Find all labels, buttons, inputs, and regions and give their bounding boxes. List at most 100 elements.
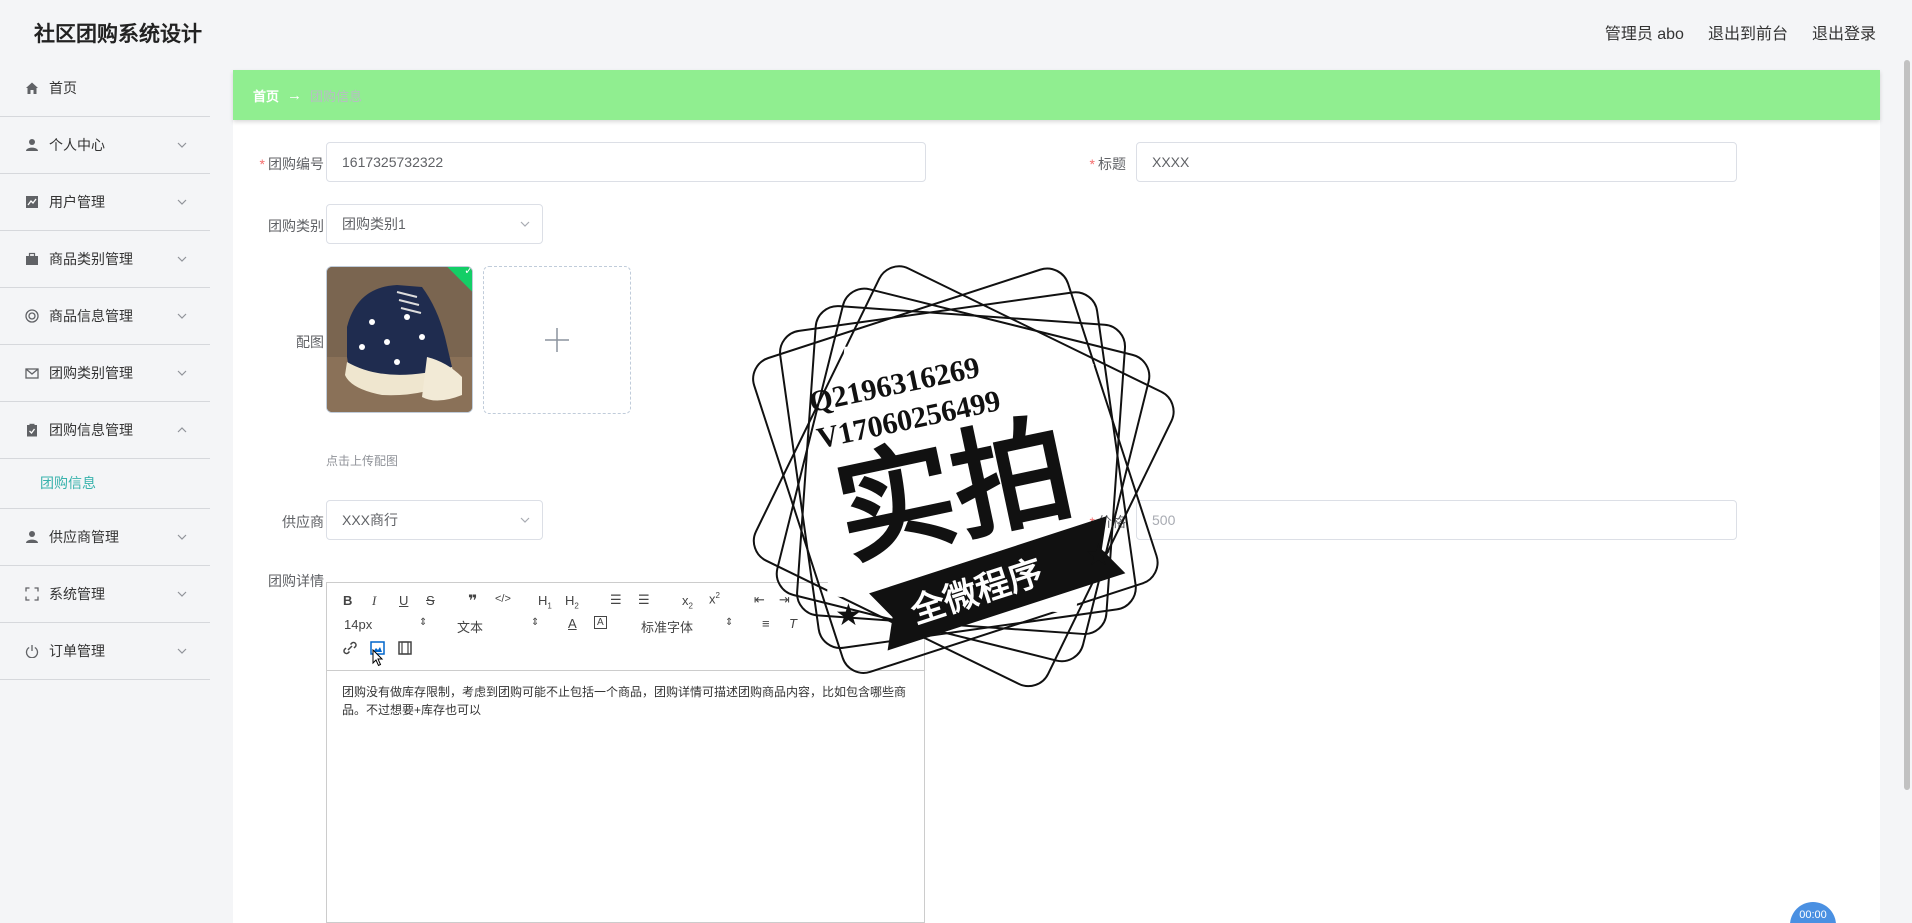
chart-icon	[24, 194, 40, 210]
strikethrough-icon[interactable]: S	[426, 593, 435, 608]
sidebar-item-supplier[interactable]: 供应商管理	[0, 509, 210, 566]
user-icon	[24, 137, 40, 153]
video-icon[interactable]	[398, 641, 412, 658]
sidebar-item-orders[interactable]: 订单管理	[0, 623, 210, 680]
supplier-select[interactable]: XXX商行	[326, 500, 543, 540]
sidebar-item-product-info[interactable]: 商品信息管理	[0, 288, 210, 345]
font-size-arrows-icon: ⇕	[419, 617, 428, 628]
chevron-down-icon	[520, 221, 530, 227]
submenu-groupbuy-info: 团购信息	[0, 459, 210, 509]
check-icon: ✓	[464, 266, 473, 278]
upload-tip: 点击上传配图	[326, 454, 399, 468]
sidebar-item-label: 供应商管理	[49, 529, 119, 545]
sidebar-item-label: 团购信息管理	[49, 422, 133, 438]
breadcrumb-home[interactable]: 首页	[253, 86, 279, 105]
upload-image-button[interactable]	[483, 266, 631, 414]
chevron-down-icon	[177, 370, 187, 376]
sidebar-item-product-category[interactable]: 商品类别管理	[0, 231, 210, 288]
title-label: * 标题	[1089, 156, 1126, 172]
ordered-list-icon[interactable]: ☰	[610, 592, 622, 608]
sidebar-item-label: 用户管理	[49, 194, 105, 210]
chevron-down-icon	[177, 313, 187, 319]
font-color-icon[interactable]: A	[568, 616, 577, 631]
mail-icon	[24, 365, 40, 381]
chevron-down-icon	[520, 517, 530, 523]
italic-icon[interactable]: I	[372, 593, 376, 609]
clipboard-icon	[24, 422, 40, 438]
bullet-list-icon[interactable]: ☰	[638, 592, 650, 608]
chevron-down-icon	[177, 199, 187, 205]
home-icon	[24, 80, 40, 96]
image-label: 配图	[296, 334, 324, 350]
sidebar-item-personal[interactable]: 个人中心	[0, 117, 210, 174]
sidebar-item-label: 首页	[49, 80, 77, 96]
chevron-down-icon	[177, 591, 187, 597]
font-family-arrows-icon: ⇕	[725, 617, 734, 628]
fullscreen-icon	[24, 586, 40, 602]
top-header: 社区团购系统设计 管理员 abo 退出到前台 退出登录	[0, 0, 1912, 60]
user-icon	[24, 529, 40, 545]
sneaker-photo	[327, 267, 472, 412]
sidebar-item-label: 系统管理	[49, 586, 105, 602]
sidebar: 首页 个人中心 用户管理 商品类别管理 商品信息管理 团购类别管理 团购信息管理…	[0, 60, 210, 923]
admin-user-label: 管理员 abo	[1604, 26, 1684, 43]
sidebar-item-groupbuy-category[interactable]: 团购类别管理	[0, 345, 210, 402]
star-icon: ★	[1085, 539, 1112, 572]
sidebar-subitem-groupbuy-info[interactable]: 团购信息	[40, 473, 96, 493]
mouse-cursor-icon	[372, 649, 384, 667]
price-input[interactable]: 500	[1136, 500, 1737, 540]
supplier-label: 供应商	[282, 514, 324, 530]
code-input[interactable]: 1617325732322	[326, 142, 926, 182]
link-icon[interactable]	[342, 641, 358, 658]
blockquote-icon[interactable]: ❞	[468, 591, 477, 611]
breadcrumb-current: 团购信息	[310, 88, 363, 104]
sidebar-item-groupbuy-info[interactable]: 团购信息管理	[0, 402, 210, 459]
stamp-frames: Q2196316269 V17060256499 实拍 全微程序 ★ ★	[752, 265, 1175, 688]
sidebar-item-label: 商品类别管理	[49, 251, 133, 267]
bold-icon[interactable]: B	[343, 593, 352, 608]
chevron-down-icon	[177, 256, 187, 262]
category-label: 团购类别	[268, 218, 324, 234]
briefcase-icon	[24, 251, 40, 267]
code-label: * 团购编号	[259, 156, 324, 172]
app-title: 社区团购系统设计	[34, 23, 202, 46]
chevron-up-icon	[177, 427, 187, 433]
sidebar-item-label: 团购类别管理	[49, 365, 133, 381]
paragraph-select[interactable]: 文本	[457, 617, 483, 636]
code-block-icon[interactable]: </>	[495, 593, 511, 605]
uploaded-image-thumbnail[interactable]: ✓	[326, 266, 473, 413]
sidebar-item-home[interactable]: 首页	[0, 60, 210, 117]
font-size-select[interactable]: 14px	[344, 617, 372, 632]
superscript-icon[interactable]: x2	[709, 591, 720, 606]
category-select[interactable]: 团购类别1	[326, 204, 543, 244]
chevron-down-icon	[177, 142, 187, 148]
breadcrumb: 首页 → 团购信息	[233, 70, 1880, 120]
plus-icon	[545, 328, 569, 352]
page-scrollbar[interactable]	[1902, 60, 1912, 790]
watermark-stamp: Q2196316269 V17060256499 实拍 全微程序 ★ ★	[745, 265, 1175, 705]
font-family-select[interactable]: 标准字体	[641, 617, 693, 636]
sidebar-item-label: 个人中心	[49, 137, 105, 153]
category-select-value: 团购类别1	[342, 216, 406, 232]
circle-icon	[24, 308, 40, 324]
sidebar-item-label: 商品信息管理	[49, 308, 133, 324]
logout-link[interactable]: 退出登录	[1812, 20, 1876, 44]
heading2-icon[interactable]: H2	[565, 593, 579, 611]
paragraph-arrows-icon: ⇕	[531, 617, 540, 628]
subscript-icon[interactable]: x2	[682, 593, 693, 611]
scrollbar-thumb[interactable]	[1904, 60, 1910, 790]
exit-to-front-link[interactable]: 退出到前台	[1708, 20, 1788, 44]
sidebar-item-label: 订单管理	[49, 643, 105, 659]
heading1-icon[interactable]: H1	[538, 593, 552, 611]
chevron-down-icon	[177, 648, 187, 654]
breadcrumb-arrow: →	[287, 86, 303, 104]
chevron-down-icon	[177, 534, 187, 540]
title-input[interactable]: XXXX	[1136, 142, 1737, 182]
sidebar-item-system[interactable]: 系统管理	[0, 566, 210, 623]
header-actions: 管理员 abo 退出到前台 退出登录	[1605, 20, 1876, 44]
underline-icon[interactable]: U	[399, 593, 408, 608]
supplier-select-value: XXX商行	[342, 512, 399, 528]
power-icon	[24, 643, 40, 659]
sidebar-item-users[interactable]: 用户管理	[0, 174, 210, 231]
background-color-icon[interactable]: A	[594, 616, 607, 629]
